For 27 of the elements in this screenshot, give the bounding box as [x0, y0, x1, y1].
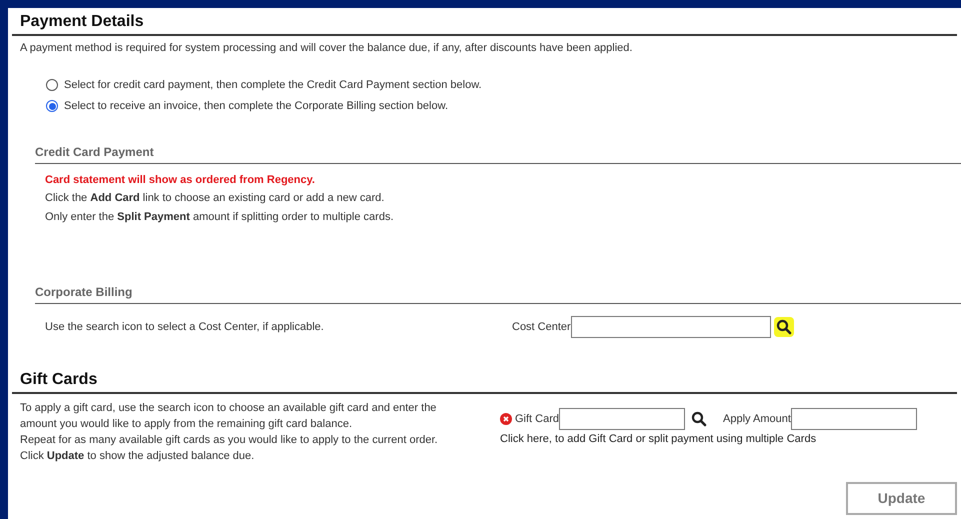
cost-center-field[interactable]	[570, 316, 771, 338]
subsection-title: Credit Card Payment	[35, 144, 155, 160]
update-button[interactable]: Update	[846, 482, 957, 515]
radio-label: Select to receive an invoice, then complete the Corporate Billing section below.	[64, 99, 448, 114]
field-label: Cost Center	[512, 320, 571, 335]
search-icon[interactable]	[774, 317, 794, 337]
instruction-text: To apply a gift card, use the search icon to choose an available gift card and enter the amount you would like to apply from the remaining gift card balance.	[20, 401, 438, 432]
instruction-text: Click Update to show the adjusted balance due.	[20, 449, 256, 464]
notice-text: Card statement will show as ordered from Regency.	[45, 172, 316, 188]
field-label: Apply Amount	[723, 412, 791, 427]
remove-icon[interactable]	[500, 413, 512, 425]
gift-card-field[interactable]	[559, 408, 686, 430]
subsection-title: Corporate Billing	[35, 284, 134, 301]
field-label: Gift Card	[515, 412, 560, 427]
apply-amount-field[interactable]	[790, 408, 917, 430]
section-title: Payment Details	[19, 12, 145, 32]
instruction-text: Use the search icon to select a Cost Center, if applicable.	[44, 320, 325, 335]
instruction-text: Click the Add Card link to choose an existing card or add a new card.	[45, 191, 386, 206]
section-title: Gift Cards	[19, 370, 98, 390]
radio-button[interactable]	[46, 100, 58, 112]
instruction-text: Only enter the Split Payment amount if splitting order to multiple cards.	[45, 210, 394, 224]
description-text: A payment method is required for system processing and will cover the balance due, if any, after discounts have been applied.	[19, 41, 634, 56]
add-gift-card-link[interactable]: Click here, to add Gift Card or split payment using multiple Cards	[500, 431, 917, 448]
radio-button[interactable]	[46, 78, 58, 91]
instruction-text: Repeat for as many available gift cards as you would like to apply to the current order.	[20, 433, 439, 448]
search-icon[interactable]	[689, 409, 710, 429]
radio-label: Select for credit card payment, then complete the Credit Card Payment section below.	[64, 78, 482, 92]
